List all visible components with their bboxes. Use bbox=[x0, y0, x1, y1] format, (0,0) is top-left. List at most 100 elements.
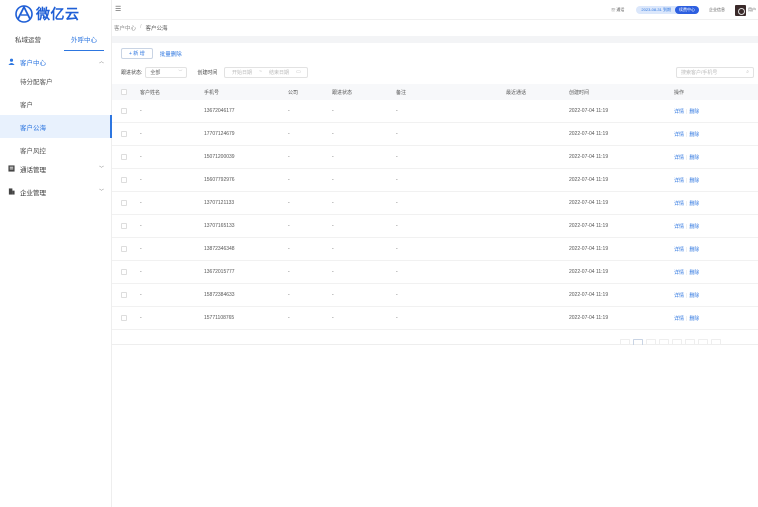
table-row: - 17707124679 - - - 2022-07-04 11:19 详情 | 删除 bbox=[112, 123, 758, 146]
menu-group-enterprise-management[interactable]: 企业管理 ﹀ bbox=[0, 184, 112, 199]
delete-link[interactable]: 删除 bbox=[689, 201, 699, 207]
filter-bar: 跟进状态: 全部 ﹀ 创建时间 开始日期 ~ 结束日期 ▭ 搜索客户/手机号 ⌕ bbox=[121, 66, 758, 78]
pagination-page[interactable] bbox=[646, 339, 656, 345]
cell-created: 2022-07-04 11:19 bbox=[569, 246, 609, 252]
logo[interactable]: 微亿云 bbox=[14, 4, 80, 24]
detail-link[interactable]: 详情 bbox=[674, 109, 684, 115]
cell-status: - bbox=[332, 246, 334, 252]
cell-phone: 15872384633 bbox=[204, 292, 235, 298]
date-start-input[interactable]: 开始日期 bbox=[232, 69, 252, 76]
bulk-delete-button[interactable]: 批量删除 bbox=[160, 50, 182, 58]
tab-private-domain[interactable]: 私域运营 bbox=[0, 34, 56, 48]
detail-link[interactable]: 详情 bbox=[674, 155, 684, 161]
date-range-picker[interactable]: 开始日期 ~ 结束日期 ▭ bbox=[224, 66, 309, 78]
table-row: - 15071200039 - - - 2022-07-04 11:19 详情 | 删除 bbox=[112, 146, 758, 169]
sidebar-item-unassigned[interactable]: 待分配客户 bbox=[0, 69, 112, 92]
row-checkbox[interactable] bbox=[121, 154, 127, 160]
avatar[interactable] bbox=[735, 4, 746, 16]
col-header-phone: 手机号 bbox=[204, 89, 220, 96]
user-name[interactable]: 用户 bbox=[748, 7, 756, 13]
search-icon[interactable]: ⌕ bbox=[746, 69, 749, 75]
delete-link[interactable]: 删除 bbox=[689, 132, 699, 138]
calendar-icon: ▭ bbox=[296, 69, 301, 75]
renew-button[interactable]: 续费中心 bbox=[675, 6, 699, 14]
sidebar-item-customers[interactable]: 客户 bbox=[0, 92, 112, 115]
cell-company: - bbox=[288, 108, 290, 114]
detail-link[interactable]: 详情 bbox=[674, 270, 684, 276]
delete-link[interactable]: 删除 bbox=[689, 247, 699, 253]
cell-created: 2022-07-04 11:19 bbox=[569, 315, 609, 321]
row-checkbox[interactable] bbox=[121, 292, 127, 298]
row-checkbox[interactable] bbox=[121, 108, 127, 114]
status-select[interactable]: 全部 ﹀ bbox=[145, 66, 188, 78]
breadcrumb-separator: / bbox=[140, 24, 142, 30]
cell-company: - bbox=[288, 154, 290, 160]
add-button[interactable]: + 新 增 bbox=[121, 48, 153, 59]
action-separator: | bbox=[686, 246, 688, 253]
row-checkbox[interactable] bbox=[121, 200, 127, 206]
cell-phone: 13707165133 bbox=[204, 223, 235, 229]
cell-name: - bbox=[140, 292, 142, 298]
action-separator: | bbox=[686, 223, 688, 230]
row-checkbox[interactable] bbox=[121, 246, 127, 252]
row-checkbox[interactable] bbox=[121, 223, 127, 229]
cell-note: - bbox=[396, 131, 398, 137]
pagination-page[interactable] bbox=[698, 339, 708, 345]
cell-company: - bbox=[288, 269, 290, 275]
delete-link[interactable]: 删除 bbox=[689, 224, 699, 230]
row-checkbox[interactable] bbox=[121, 131, 127, 137]
select-all-checkbox[interactable] bbox=[121, 89, 127, 95]
delete-link[interactable]: 删除 bbox=[689, 178, 699, 184]
sidebar-item-risk-control[interactable]: 客户风控 bbox=[0, 138, 112, 161]
detail-link[interactable]: 详情 bbox=[674, 201, 684, 207]
pagination-page[interactable] bbox=[672, 339, 682, 345]
detail-link[interactable]: 详情 bbox=[674, 132, 684, 138]
pagination-page[interactable] bbox=[685, 339, 695, 345]
sidebar-item-public-pool[interactable]: 客户公海 bbox=[0, 115, 112, 138]
detail-link[interactable]: 详情 bbox=[674, 178, 684, 184]
delete-link[interactable]: 删除 bbox=[689, 293, 699, 299]
status-select-value: 全部 bbox=[150, 69, 161, 76]
table-row: - 15771108765 - - - 2022-07-04 11:19 详情 | 删除 bbox=[112, 307, 758, 330]
date-end-input[interactable]: 结束日期 bbox=[269, 69, 289, 76]
row-actions: 详情 | 删除 bbox=[674, 131, 699, 138]
action-separator: | bbox=[686, 131, 688, 138]
chevron-down-icon: ﹀ bbox=[98, 189, 104, 195]
enterprise-info-link[interactable]: 企业信息 bbox=[709, 7, 725, 13]
detail-link[interactable]: 详情 bbox=[674, 293, 684, 299]
table-row: - 13672046177 - - - 2022-07-04 11:19 详情 | 删除 bbox=[112, 100, 758, 123]
menu-group-call-management[interactable]: 通话管理 ﹀ bbox=[0, 161, 112, 176]
detail-link[interactable]: 详情 bbox=[674, 247, 684, 253]
cell-name: - bbox=[140, 200, 142, 206]
menu-group-customer-center[interactable]: 客户中心 ︿ bbox=[0, 54, 112, 69]
delete-link[interactable]: 删除 bbox=[689, 316, 699, 322]
row-checkbox[interactable] bbox=[121, 315, 127, 321]
phone-log-icon bbox=[8, 165, 15, 172]
pagination-page[interactable] bbox=[633, 339, 643, 345]
table-row: - 15872384633 - - - 2022-07-04 11:19 详情 | 删除 bbox=[112, 284, 758, 307]
breadcrumb-item[interactable]: 客户中心 bbox=[114, 24, 136, 32]
cell-name: - bbox=[140, 108, 142, 114]
expiry-pill: 2023-08-31 到期 续费中心 bbox=[636, 6, 699, 14]
delete-link[interactable]: 删除 bbox=[689, 270, 699, 276]
detail-link[interactable]: 详情 bbox=[674, 224, 684, 230]
delete-link[interactable]: 删除 bbox=[689, 155, 699, 161]
delete-link[interactable]: 删除 bbox=[689, 109, 699, 115]
pagination-page[interactable] bbox=[659, 339, 669, 345]
cell-note: - bbox=[396, 108, 398, 114]
tab-outbound-center[interactable]: 外呼中心 bbox=[56, 34, 112, 51]
logo-icon bbox=[15, 4, 33, 23]
cell-note: - bbox=[396, 223, 398, 229]
pagination-prev[interactable] bbox=[620, 339, 630, 345]
pagination-next[interactable] bbox=[711, 339, 721, 345]
row-checkbox[interactable] bbox=[121, 177, 127, 183]
row-checkbox[interactable] bbox=[121, 269, 127, 275]
detail-link[interactable]: 详情 bbox=[674, 316, 684, 322]
toolbar: + 新 增 批量删除 bbox=[121, 48, 182, 59]
search-input[interactable]: 搜索客户/手机号 ⌕ bbox=[676, 66, 754, 78]
cell-status: - bbox=[332, 200, 334, 206]
cell-name: - bbox=[140, 154, 142, 160]
content-divider bbox=[112, 36, 758, 43]
call-link[interactable]: ☏ 通话 bbox=[611, 7, 624, 13]
hamburger-icon[interactable]: ☰ bbox=[115, 5, 121, 13]
